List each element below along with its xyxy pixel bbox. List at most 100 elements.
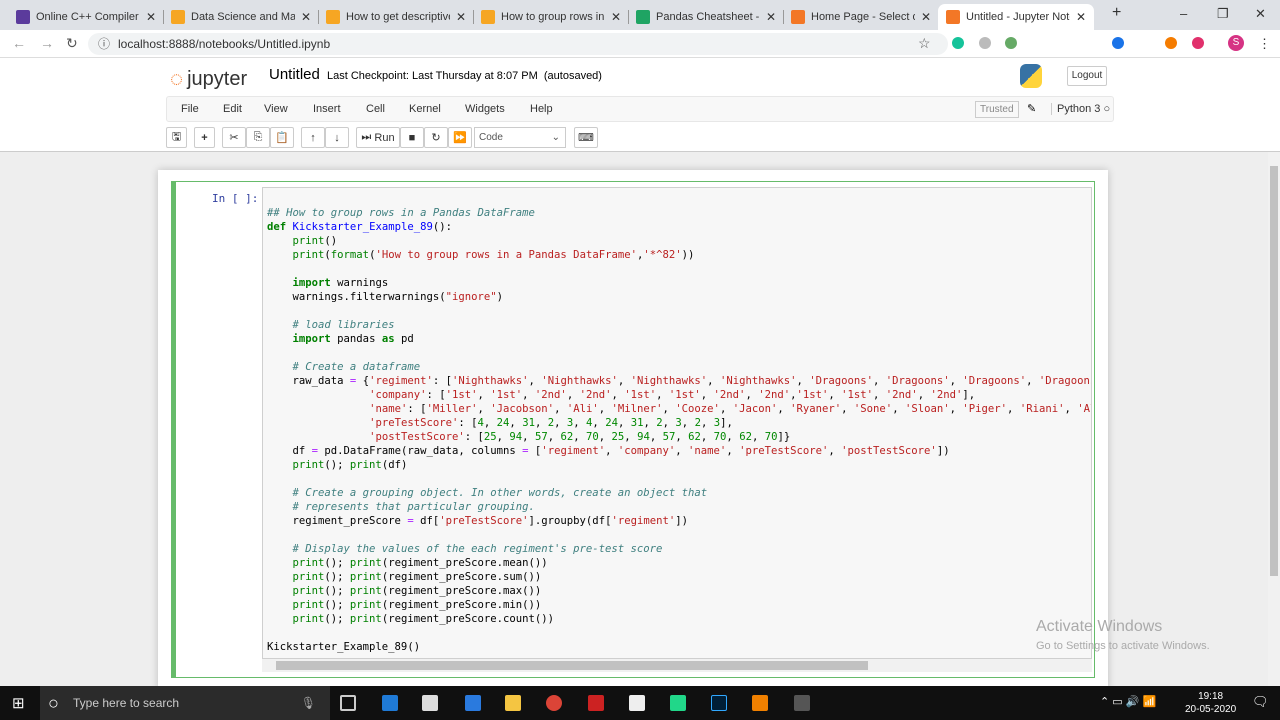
trusted-badge[interactable]: Trusted [975, 101, 1019, 118]
menu-file[interactable]: File [181, 103, 199, 115]
browser-tab[interactable]: Home Page - Select or ✕ [783, 4, 939, 30]
terminal-icon[interactable] [794, 695, 810, 711]
menu-insert[interactable]: Insert [313, 103, 341, 115]
address-bar-row: ← → ↻ ⓘ localhost:8888/notebooks/Untitled… [0, 30, 1280, 58]
browser-tab[interactable]: Data Science and Mach ✕ [163, 4, 319, 30]
scrollbar-thumb[interactable] [1270, 166, 1278, 576]
app-icon[interactable] [465, 695, 481, 711]
jupyter-icon [946, 10, 960, 24]
horizontal-scrollbar[interactable] [262, 659, 1092, 672]
extension-icon[interactable] [1165, 37, 1177, 49]
browser-tab[interactable]: How to get descriptive ✕ [318, 4, 474, 30]
photoshop-icon[interactable] [711, 695, 727, 711]
close-tab-icon[interactable]: ✕ [301, 10, 311, 24]
browser-tab[interactable]: Untitled - Jupyter Note ✕ [938, 4, 1094, 30]
grammarly-icon[interactable] [952, 37, 964, 49]
tab-title: How to group rows in [501, 11, 605, 23]
code-line: import pandas as pd [292, 333, 414, 345]
task-view-icon[interactable] [340, 695, 356, 711]
restart-button[interactable]: ↻ [424, 127, 448, 148]
close-tab-icon[interactable]: ✕ [146, 10, 156, 24]
code-line: Kickstarter_Example_89() [267, 641, 421, 653]
menu-bar: Trusted ✎ Python 3 ○ File Edit View Insert C… [166, 96, 1114, 122]
store-icon[interactable] [422, 695, 438, 711]
info-icon: ⓘ [98, 37, 111, 51]
browser-tab[interactable]: How to group rows in ✕ [473, 4, 629, 30]
extension-icon[interactable] [1112, 37, 1124, 49]
menu-edit[interactable]: Edit [223, 103, 242, 115]
browser-menu-icon[interactable]: ⋮ [1258, 36, 1271, 52]
code-line: 'postTestScore': [25, 94, 57, 62, 70, 25… [369, 431, 791, 443]
clock[interactable]: 19:18 20-05-2020 [1185, 690, 1236, 716]
close-tab-icon[interactable]: ✕ [1076, 10, 1086, 24]
windows-start-icon[interactable]: ⊞ [12, 694, 25, 712]
new-tab-button[interactable]: + [1112, 4, 1121, 22]
restart-run-all-button[interactable]: ⏩ [448, 127, 472, 148]
mail-icon[interactable] [629, 695, 645, 711]
pycharm-icon[interactable] [670, 695, 686, 711]
code-line: import warnings [292, 277, 389, 289]
vlc-icon[interactable] [752, 695, 768, 711]
browser-tab[interactable]: Pandas Cheatsheet - G ✕ [628, 4, 784, 30]
edit-pencil-icon[interactable]: ✎ [1027, 102, 1036, 115]
vertical-scrollbar[interactable] [1268, 152, 1280, 686]
paste-button[interactable]: 📋 [270, 127, 294, 148]
save-button[interactable]: 🖫 [166, 127, 187, 148]
jupyter-logo[interactable]: ◌ jupyter [170, 66, 247, 92]
app-icon[interactable] [588, 695, 604, 711]
bookmark-star-icon[interactable]: ☆ [918, 35, 931, 52]
back-icon[interactable]: ← [12, 35, 26, 51]
menu-help[interactable]: Help [530, 103, 553, 115]
url-input[interactable]: ⓘ localhost:8888/notebooks/Untitled.ipynb [88, 33, 948, 55]
menu-widgets[interactable]: Widgets [465, 103, 505, 115]
forward-icon[interactable]: → [40, 35, 54, 51]
taskbar-search-input[interactable]: ○ Type here to search 🎙 [40, 686, 330, 720]
copy-button[interactable]: ⎘ [246, 127, 270, 148]
browser-tab[interactable]: Online C++ Compiler - ✕ [8, 4, 164, 30]
menu-kernel[interactable]: Kernel [409, 103, 441, 115]
close-tab-icon[interactable]: ✕ [456, 10, 466, 24]
scrollbar-thumb[interactable] [276, 661, 868, 670]
code-line: 'preTestScore': [4, 24, 31, 2, 3, 4, 24,… [369, 417, 733, 429]
tab-title: Pandas Cheatsheet - G [656, 11, 760, 23]
menu-cell[interactable]: Cell [366, 103, 385, 115]
close-tab-icon[interactable]: ✕ [766, 10, 776, 24]
move-up-button[interactable]: ↑ [301, 127, 325, 148]
edge-icon[interactable] [382, 695, 398, 711]
minimize-button[interactable]: – [1180, 6, 1187, 21]
menu-view[interactable]: View [264, 103, 288, 115]
code-editor[interactable]: ## How to group rows in a Pandas DataFra… [262, 187, 1092, 659]
insert-cell-button[interactable]: + [194, 127, 215, 148]
file-explorer-icon[interactable] [505, 695, 521, 711]
command-palette-button[interactable]: ⌨ [574, 127, 598, 148]
system-tray-icons[interactable]: ⌃ ▭ 🔊 📶 [1100, 695, 1156, 708]
move-down-button[interactable]: ↓ [325, 127, 349, 148]
notifications-icon[interactable]: 🗨 [1252, 694, 1269, 710]
close-tab-icon[interactable]: ✕ [921, 10, 931, 24]
google-drive-icon [636, 10, 650, 24]
extension-icon[interactable] [1005, 37, 1017, 49]
code-line: raw_data = {'regiment': ['Nighthawks', '… [267, 375, 1092, 387]
instagram-icon[interactable] [1192, 37, 1204, 49]
tab-title: Data Science and Mach [191, 11, 295, 23]
code-line: print() [292, 235, 338, 247]
reload-icon[interactable]: ↻ [66, 35, 78, 52]
interrupt-button[interactable]: ■ [400, 127, 424, 148]
chrome-icon[interactable] [546, 695, 562, 711]
extension-icon[interactable] [979, 37, 991, 49]
restore-button[interactable]: ❐ [1217, 6, 1229, 22]
close-window-button[interactable]: ✕ [1255, 6, 1266, 22]
dz-icon [481, 10, 495, 24]
browser-tab-bar: Online C++ Compiler - ✕ Data Science and M… [0, 0, 1280, 30]
cell-type-select[interactable]: Code ⌄ [474, 127, 566, 148]
run-button[interactable]: ⏭ Run [356, 127, 400, 148]
logout-button[interactable]: Logout [1067, 66, 1107, 86]
cut-button[interactable]: ✂ [222, 127, 246, 148]
notebook-title[interactable]: Untitled [269, 66, 320, 83]
close-tab-icon[interactable]: ✕ [611, 10, 621, 24]
code-line: ## How to group rows in a Pandas DataFra… [267, 207, 535, 219]
profile-avatar[interactable]: S [1228, 35, 1244, 51]
activate-windows-title: Activate Windows [1036, 618, 1163, 635]
